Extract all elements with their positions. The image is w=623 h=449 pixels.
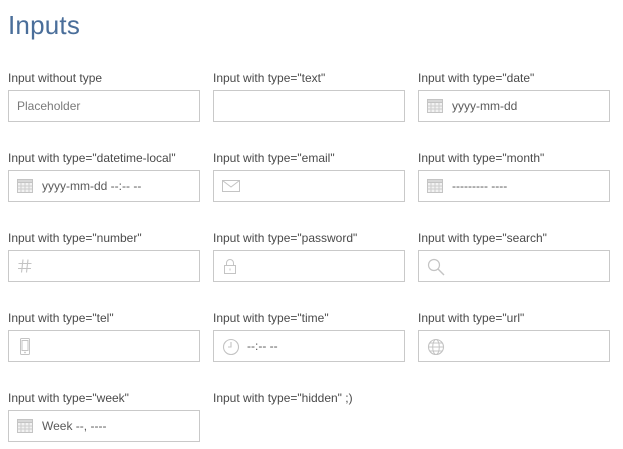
input-text[interactable] — [213, 90, 405, 122]
input-email[interactable] — [213, 170, 405, 202]
input-week[interactable]: Week --, ---- — [8, 410, 200, 442]
field-text: Input with type="text" — [213, 71, 405, 122]
field-label-hidden: Input with type="hidden" ;) — [213, 391, 353, 405]
field-no-type: Input without type Placeholder — [8, 71, 200, 122]
input-password[interactable] — [213, 250, 405, 282]
calendar-icon — [427, 98, 443, 114]
hash-icon — [17, 258, 33, 274]
field-label-time: Input with type="time" — [213, 311, 329, 325]
envelope-icon — [222, 178, 240, 194]
field-label-url: Input with type="url" — [418, 311, 525, 325]
input-date-value: yyyy-mm-dd — [452, 99, 518, 113]
input-url[interactable] — [418, 330, 610, 362]
field-search: Input with type="search" — [418, 231, 610, 282]
input-week-value: Week --, ---- — [42, 419, 107, 433]
calendar-icon — [17, 418, 33, 434]
field-label-password: Input with type="password" — [213, 231, 358, 245]
field-label-search: Input with type="search" — [418, 231, 547, 245]
page-title: Inputs — [8, 10, 81, 40]
input-month-value: --------- ---- — [452, 179, 508, 193]
input-time-value: --:-- -- — [247, 339, 278, 353]
input-time[interactable]: --:-- -- — [213, 330, 405, 362]
input-month[interactable]: --------- ---- — [418, 170, 610, 202]
field-week: Input with type="week" Week --, ---- — [8, 391, 200, 442]
input-search[interactable] — [418, 250, 610, 282]
lock-icon — [222, 258, 238, 274]
input-datetime-local-value: yyyy-mm-dd --:-- -- — [42, 179, 142, 193]
search-icon — [427, 258, 445, 276]
input-no-type-placeholder: Placeholder — [17, 99, 81, 113]
field-label-number: Input with type="number" — [8, 231, 142, 245]
field-date: Input with type="date" yyyy-mm-dd — [418, 71, 610, 122]
field-label-text: Input with type="text" — [213, 71, 326, 85]
field-datetime-local: Input with type="datetime-local" yyyy-mm… — [8, 151, 200, 202]
input-date[interactable]: yyyy-mm-dd — [418, 90, 610, 122]
field-label-tel: Input with type="tel" — [8, 311, 114, 325]
field-label-week: Input with type="week" — [8, 391, 129, 405]
field-label-datetime-local: Input with type="datetime-local" — [8, 151, 176, 165]
field-hidden: Input with type="hidden" ;) — [213, 391, 405, 405]
calendar-icon — [17, 178, 33, 194]
field-number: Input with type="number" — [8, 231, 200, 282]
field-label-month: Input with type="month" — [418, 151, 545, 165]
input-tel[interactable] — [8, 330, 200, 362]
input-datetime-local[interactable]: yyyy-mm-dd --:-- -- — [8, 170, 200, 202]
field-password: Input with type="password" — [213, 231, 405, 282]
field-label-email: Input with type="email" — [213, 151, 335, 165]
input-no-type[interactable]: Placeholder — [8, 90, 200, 122]
clock-icon — [222, 338, 240, 356]
field-email: Input with type="email" — [213, 151, 405, 202]
field-label-no-type: Input without type — [8, 71, 103, 85]
phone-icon — [17, 338, 33, 355]
input-number[interactable] — [8, 250, 200, 282]
field-time: Input with type="time" --:-- -- — [213, 311, 405, 362]
field-tel: Input with type="tel" — [8, 311, 200, 362]
field-url: Input with type="url" — [418, 311, 610, 362]
field-label-date: Input with type="date" — [418, 71, 535, 85]
globe-icon — [427, 338, 445, 356]
calendar-icon — [427, 178, 443, 194]
field-month: Input with type="month" --------- ---- — [418, 151, 610, 202]
